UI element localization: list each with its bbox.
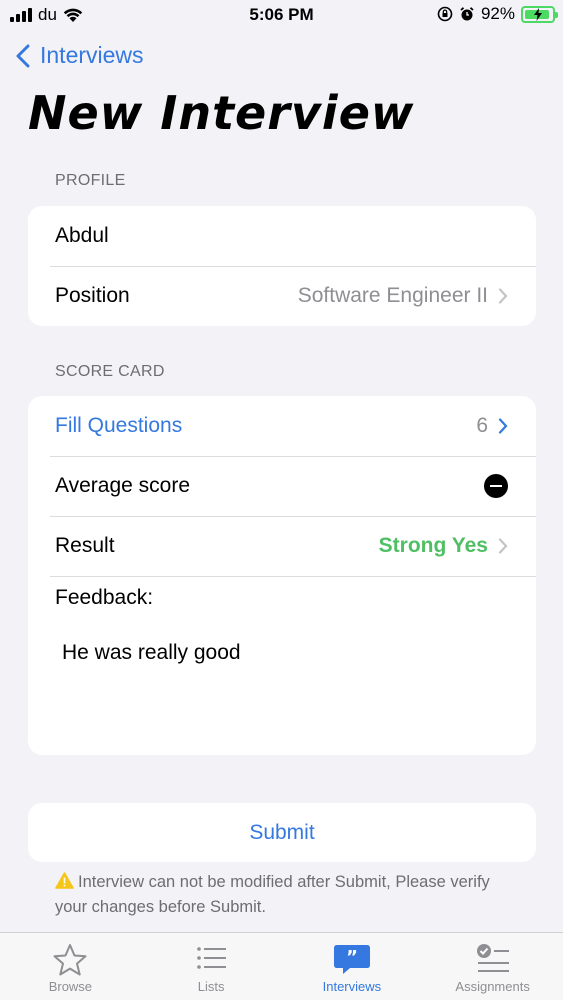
chevron-right-icon bbox=[498, 418, 508, 434]
position-value: Software Engineer II bbox=[297, 284, 488, 307]
warning-icon bbox=[55, 872, 74, 889]
svg-text:”: ” bbox=[346, 947, 358, 968]
candidate-name: Abdul bbox=[55, 224, 109, 247]
star-icon bbox=[53, 944, 87, 976]
chevron-right-icon bbox=[498, 288, 508, 304]
result-label: Result bbox=[55, 534, 115, 557]
orientation-lock-icon bbox=[437, 6, 453, 22]
chevron-left-icon bbox=[16, 44, 30, 67]
fill-questions-row[interactable]: Fill Questions 6 bbox=[28, 396, 536, 456]
questions-count: 6 bbox=[476, 414, 488, 437]
average-score-row: Average score bbox=[28, 456, 536, 516]
average-score-label: Average score bbox=[55, 474, 191, 497]
tab-browse-label: Browse bbox=[48, 979, 93, 994]
fill-questions-value-group: 6 bbox=[476, 414, 508, 438]
chevron-right-icon bbox=[498, 538, 508, 554]
status-bar: du 5:06 PM 92% bbox=[0, 0, 563, 30]
result-row[interactable]: Result Strong Yes bbox=[28, 516, 536, 576]
minus-circle-icon bbox=[484, 474, 508, 498]
submit-button[interactable]: Submit bbox=[28, 803, 536, 862]
page-title: New Interview bbox=[28, 86, 415, 140]
quote-bubble-icon: ” bbox=[333, 945, 370, 974]
fill-questions-label: Fill Questions bbox=[55, 414, 183, 437]
battery-icon bbox=[521, 5, 558, 23]
status-right: 92% bbox=[437, 4, 558, 24]
tab-browse[interactable]: Browse bbox=[0, 933, 141, 1000]
feedback-text[interactable]: He was really good bbox=[62, 641, 241, 665]
tab-bar: Browse Lists ” Interviews Assignments bbox=[0, 932, 563, 1000]
tab-lists[interactable]: Lists bbox=[141, 933, 282, 1000]
back-button[interactable]: Interviews bbox=[16, 42, 144, 69]
score-card-section-header: SCORE CARD bbox=[55, 363, 165, 380]
feedback-row[interactable]: Feedback: He was really good bbox=[28, 576, 536, 755]
name-row[interactable]: Abdul bbox=[28, 206, 536, 266]
profile-section-header: PROFILE bbox=[55, 172, 126, 189]
position-row[interactable]: Position Software Engineer II bbox=[28, 266, 536, 326]
tab-assignments[interactable]: Assignments bbox=[422, 933, 563, 1000]
tab-interviews-label: Interviews bbox=[322, 979, 382, 994]
alarm-icon bbox=[460, 7, 474, 21]
tab-lists-label: Lists bbox=[197, 979, 225, 994]
result-value-group: Strong Yes bbox=[379, 534, 508, 558]
warning-text: Interview can not be modified after Subm… bbox=[55, 873, 490, 916]
battery-percent: 92% bbox=[480, 4, 515, 23]
checklist-icon bbox=[476, 944, 509, 972]
tab-interviews[interactable]: ” Interviews bbox=[282, 933, 423, 1000]
position-value-group: Software Engineer II bbox=[298, 284, 508, 308]
tab-assignments-label: Assignments bbox=[455, 979, 530, 994]
warning-message: Interview can not be modified after Subm… bbox=[55, 870, 525, 920]
position-label: Position bbox=[55, 284, 130, 307]
feedback-label: Feedback: bbox=[55, 586, 154, 609]
back-button-label: Interviews bbox=[40, 42, 144, 68]
result-value: Strong Yes bbox=[378, 534, 488, 557]
profile-card: Abdul Position Software Engineer II bbox=[28, 206, 536, 326]
score-card: Fill Questions 6 Average score Result St… bbox=[28, 396, 536, 755]
list-icon bbox=[197, 947, 227, 969]
